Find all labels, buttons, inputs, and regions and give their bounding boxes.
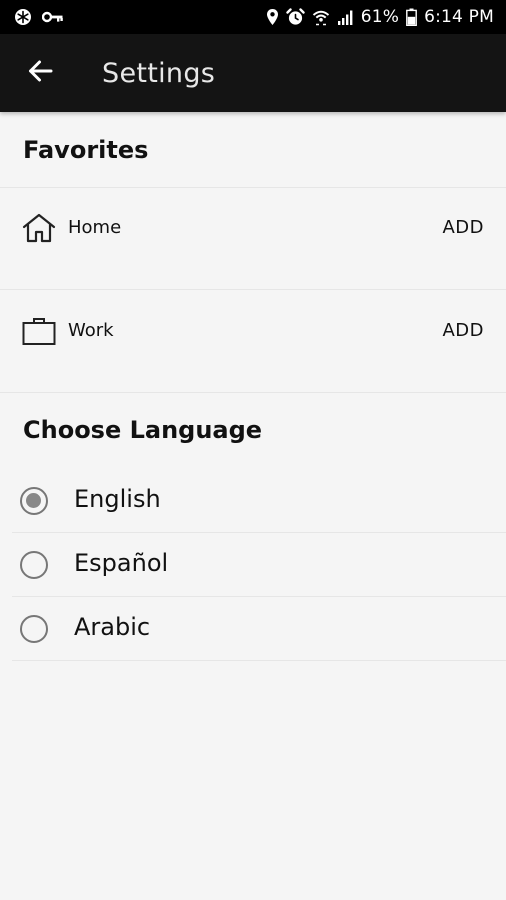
add-home-button[interactable]: ADD (442, 217, 484, 238)
home-icon (22, 213, 56, 248)
radio-english[interactable] (20, 487, 48, 515)
battery-percentage: 61% (360, 7, 400, 27)
back-button[interactable] (0, 34, 80, 112)
wifi-icon (312, 8, 330, 26)
status-left (14, 8, 64, 26)
briefcase-icon (22, 316, 56, 351)
language-heading: Choose Language (23, 416, 263, 444)
radio-espanol[interactable] (20, 551, 48, 579)
add-work-button[interactable]: ADD (442, 320, 484, 341)
favorite-row-work[interactable]: Work ADD (0, 291, 506, 393)
signal-icon (337, 9, 354, 25)
language-label-english: English (74, 485, 161, 513)
favorite-row-home[interactable]: Home ADD (0, 188, 506, 290)
language-option-arabic[interactable]: Arabic (12, 597, 506, 661)
app-bar: Settings (0, 34, 506, 112)
location-icon (266, 8, 279, 26)
status-bar: 61% 6:14 PM (0, 0, 506, 34)
battery-icon (406, 8, 417, 26)
back-arrow-icon (27, 59, 53, 88)
clock: 6:14 PM (424, 7, 494, 27)
alarm-icon (286, 8, 305, 26)
favorite-label-home: Home (68, 217, 122, 238)
language-label-arabic: Arabic (74, 613, 151, 641)
language-option-espanol[interactable]: Español (12, 533, 506, 597)
app-notification-icon (14, 8, 32, 26)
status-right: 61% 6:14 PM (266, 7, 494, 27)
language-option-english[interactable]: English (12, 469, 506, 533)
language-label-espanol: Español (74, 549, 169, 577)
favorite-label-work: Work (68, 320, 114, 341)
page-title: Settings (102, 57, 216, 89)
favorites-heading: Favorites (23, 136, 149, 164)
radio-arabic[interactable] (20, 615, 48, 643)
key-icon (42, 10, 64, 24)
